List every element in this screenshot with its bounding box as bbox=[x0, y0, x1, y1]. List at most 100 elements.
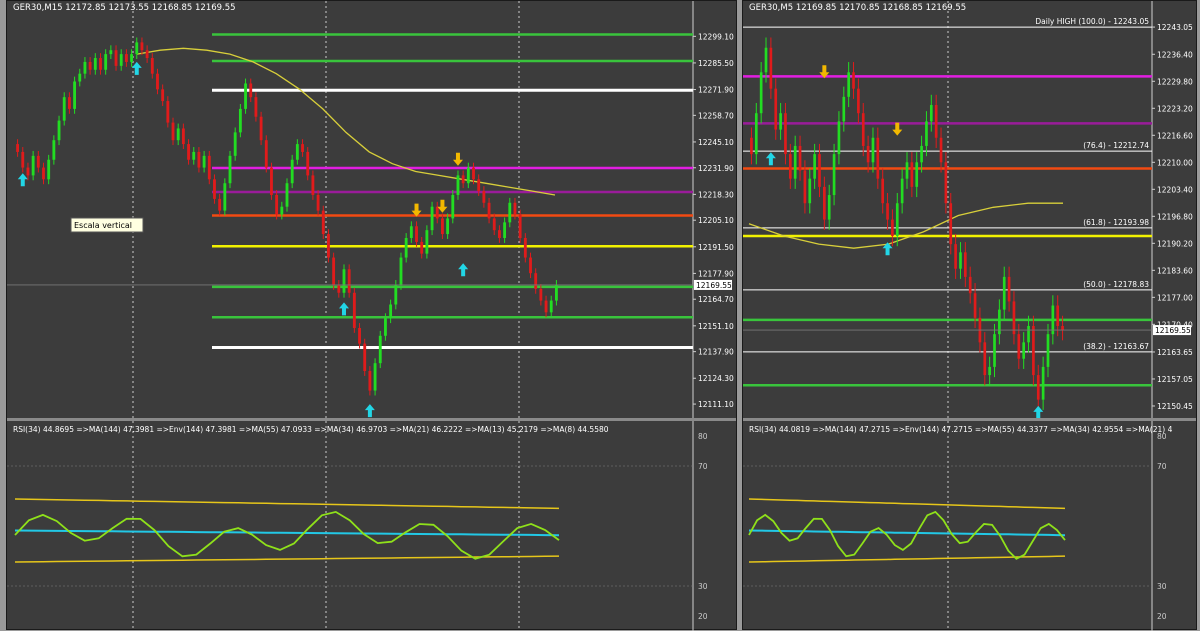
candle-body[interactable] bbox=[905, 162, 909, 179]
candle-body[interactable] bbox=[827, 195, 831, 220]
candle-body[interactable] bbox=[754, 113, 758, 155]
candle-body[interactable] bbox=[249, 83, 253, 98]
candle-body[interactable] bbox=[1046, 334, 1050, 367]
candle-body[interactable] bbox=[857, 88, 860, 114]
candle-body[interactable] bbox=[900, 178, 904, 204]
candle-body[interactable] bbox=[384, 318, 387, 336]
candle-body[interactable] bbox=[301, 144, 304, 152]
candle-body[interactable] bbox=[264, 140, 268, 168]
candle-body[interactable] bbox=[523, 237, 527, 258]
candle-body[interactable] bbox=[270, 167, 273, 195]
candle-body[interactable] bbox=[915, 162, 919, 187]
candle-body[interactable] bbox=[503, 222, 507, 238]
candle-body[interactable] bbox=[259, 116, 263, 141]
chart-window-ger30-m15[interactable]: GER30,M15 12172.85 12173.55 12168.85 121… bbox=[6, 0, 738, 631]
candle-body[interactable] bbox=[549, 300, 553, 313]
candle-body[interactable] bbox=[518, 214, 522, 238]
candle-body[interactable] bbox=[67, 97, 71, 109]
candle-body[interactable] bbox=[1056, 305, 1060, 326]
candle-body[interactable] bbox=[218, 198, 222, 211]
candle-body[interactable] bbox=[337, 284, 341, 293]
candle-body[interactable] bbox=[104, 54, 108, 70]
candle-body[interactable] bbox=[430, 206, 434, 231]
candle-body[interactable] bbox=[544, 300, 548, 313]
candle-body[interactable] bbox=[373, 363, 377, 391]
candle-body[interactable] bbox=[420, 241, 424, 254]
candle-body[interactable] bbox=[295, 144, 299, 160]
candle-body[interactable] bbox=[1036, 375, 1040, 400]
candle-body[interactable] bbox=[16, 144, 20, 152]
candle-body[interactable] bbox=[998, 309, 1001, 335]
candle-body[interactable] bbox=[135, 42, 139, 55]
candle-body[interactable] bbox=[378, 335, 382, 364]
candle-body[interactable] bbox=[233, 132, 237, 156]
candle-body[interactable] bbox=[837, 121, 841, 155]
candle-body[interactable] bbox=[181, 128, 185, 145]
candle-body[interactable] bbox=[62, 97, 66, 121]
candle-body[interactable] bbox=[99, 58, 102, 70]
candle-body[interactable] bbox=[508, 202, 512, 223]
candle-body[interactable] bbox=[441, 218, 444, 235]
candle-body[interactable] bbox=[280, 206, 284, 215]
candle-body[interactable] bbox=[1022, 342, 1026, 359]
candle-body[interactable] bbox=[769, 47, 773, 89]
candle-body[interactable] bbox=[140, 42, 144, 51]
candle-body[interactable] bbox=[327, 234, 330, 258]
candle-body[interactable] bbox=[88, 61, 92, 70]
candle-body[interactable] bbox=[534, 273, 538, 289]
candle-body[interactable] bbox=[513, 202, 517, 215]
candle-body[interactable] bbox=[21, 151, 25, 168]
candle-body[interactable] bbox=[321, 210, 325, 235]
candle-body[interactable] bbox=[451, 194, 455, 219]
candle-body[interactable] bbox=[788, 154, 792, 179]
candle-body[interactable] bbox=[290, 159, 294, 184]
candle-body[interactable] bbox=[842, 96, 846, 122]
candle-body[interactable] bbox=[78, 73, 82, 82]
candle-body[interactable] bbox=[895, 203, 899, 236]
candle-body[interactable] bbox=[798, 145, 802, 171]
candle-body[interactable] bbox=[929, 105, 933, 122]
candle-body[interactable] bbox=[944, 162, 948, 204]
candle-body[interactable] bbox=[808, 178, 812, 204]
candle-body[interactable] bbox=[881, 178, 885, 204]
candle-body[interactable] bbox=[109, 50, 113, 55]
candle-body[interactable] bbox=[482, 191, 486, 203]
candle-body[interactable] bbox=[461, 175, 465, 184]
candle-body[interactable] bbox=[920, 145, 923, 163]
candle-body[interactable] bbox=[993, 334, 996, 367]
candle-body[interactable] bbox=[83, 61, 87, 74]
candle-body[interactable] bbox=[52, 140, 56, 160]
candle-body[interactable] bbox=[394, 284, 398, 305]
candle-body[interactable] bbox=[959, 252, 962, 269]
candle-body[interactable] bbox=[150, 58, 154, 74]
candle-body[interactable] bbox=[456, 175, 460, 195]
candle-body[interactable] bbox=[26, 167, 30, 176]
candle-body[interactable] bbox=[223, 183, 227, 211]
candle-body[interactable] bbox=[939, 137, 943, 163]
candle-body[interactable] bbox=[435, 206, 439, 219]
candle-body[interactable] bbox=[1032, 325, 1035, 376]
candle-body[interactable] bbox=[404, 237, 408, 258]
candle-body[interactable] bbox=[244, 83, 247, 109]
candle-body[interactable] bbox=[539, 288, 543, 301]
candle-body[interactable] bbox=[983, 342, 987, 376]
candle-body[interactable] bbox=[852, 72, 855, 89]
candle-body[interactable] bbox=[73, 81, 77, 109]
candle-body[interactable] bbox=[466, 167, 470, 184]
candle-body[interactable] bbox=[818, 154, 821, 187]
candle-body[interactable] bbox=[925, 121, 928, 146]
candle-body[interactable] bbox=[866, 145, 870, 163]
candlestick-chart-m15[interactable]: GER30,M15 12172.85 12173.55 12168.85 121… bbox=[7, 1, 738, 631]
candle-body[interactable] bbox=[166, 101, 170, 123]
candle-body[interactable] bbox=[554, 284, 558, 301]
candle-body[interactable] bbox=[93, 58, 97, 70]
candle-body[interactable] bbox=[934, 105, 938, 138]
candle-body[interactable] bbox=[784, 113, 787, 155]
candle-body[interactable] bbox=[36, 155, 40, 168]
candle-body[interactable] bbox=[1041, 366, 1045, 400]
candle-body[interactable] bbox=[1002, 276, 1006, 310]
candle-body[interactable] bbox=[176, 128, 180, 141]
candle-body[interactable] bbox=[774, 88, 778, 130]
candle-body[interactable] bbox=[254, 97, 258, 117]
candle-body[interactable] bbox=[409, 226, 413, 238]
